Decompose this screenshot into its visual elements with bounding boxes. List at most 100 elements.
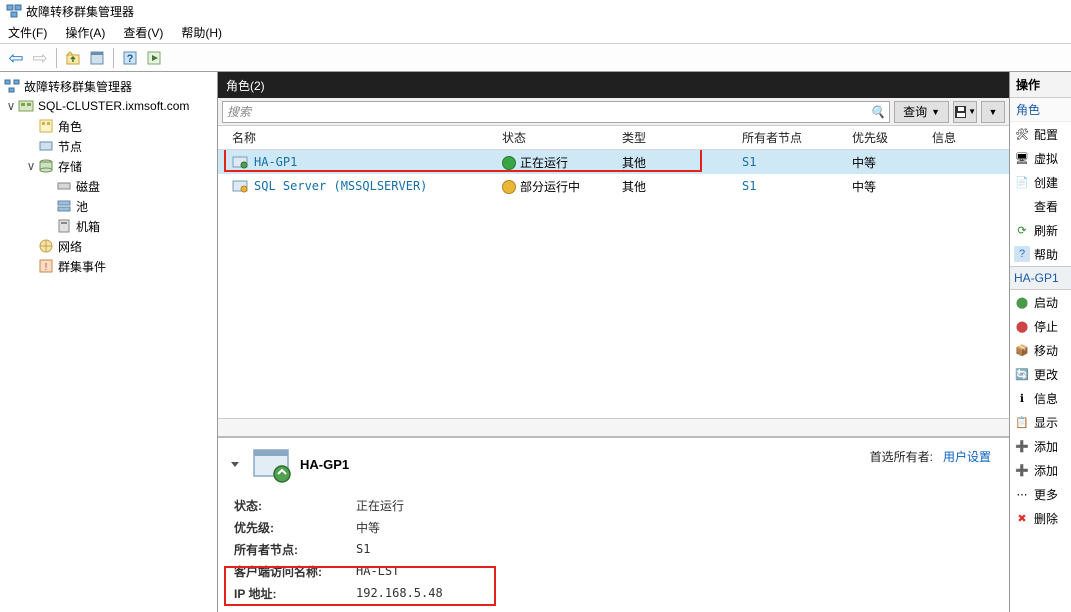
run-button[interactable]: [143, 47, 165, 69]
roles-icon: [38, 118, 54, 134]
kv-ip-k: IP 地址:: [226, 585, 356, 602]
col-name[interactable]: 名称: [218, 129, 498, 146]
tree-cluster[interactable]: ∨ SQL-CLUSTER.ixmsoft.com: [0, 96, 217, 116]
query-button[interactable]: 查询 ▼: [894, 101, 949, 123]
search-input[interactable]: 搜索 🔍: [222, 101, 890, 123]
list-options-button[interactable]: ▼: [981, 101, 1005, 123]
tree-root-label: 故障转移群集管理器: [24, 78, 132, 95]
status-warning-icon: [502, 180, 516, 194]
preferred-owner-link[interactable]: 用户设置: [943, 450, 991, 464]
tree-cluster-label: SQL-CLUSTER.ixmsoft.com: [38, 99, 189, 113]
action-view[interactable]: 查看: [1010, 194, 1071, 218]
action-add[interactable]: ➕添加: [1010, 434, 1071, 458]
action-show[interactable]: 📋显示: [1010, 410, 1071, 434]
role-icon: [232, 178, 248, 194]
chevron-down-icon: ▼: [989, 107, 998, 117]
tree-machines-label: 机箱: [76, 218, 100, 235]
tree-roles-label: 角色: [58, 118, 82, 135]
tree-network-label: 网络: [58, 238, 82, 255]
status-running-icon: [502, 156, 516, 170]
detail-name: HA-GP1: [300, 457, 349, 472]
action-delete[interactable]: ✖删除: [1010, 506, 1071, 530]
kv-priority-k: 优先级:: [226, 519, 356, 536]
roles-section-header: 角色(2): [218, 72, 1009, 98]
action-refresh[interactable]: ⟳刷新: [1010, 218, 1071, 242]
collapse-button[interactable]: [226, 455, 244, 473]
tree-root[interactable]: 故障转移群集管理器: [0, 76, 217, 96]
col-type[interactable]: 类型: [618, 129, 738, 146]
action-more[interactable]: ⋯更多: [1010, 482, 1071, 506]
search-icon[interactable]: 🔍: [870, 105, 885, 119]
kv-owner-v: S1: [356, 542, 370, 556]
tree-pool[interactable]: 池: [0, 196, 217, 216]
tree-nodes-label: 节点: [58, 138, 82, 155]
action-help[interactable]: ?帮助: [1010, 242, 1071, 266]
action-stop[interactable]: ⬤停止: [1010, 314, 1071, 338]
svg-text:!: !: [45, 262, 48, 273]
grid-header: 名称 状态 类型 所有者节点 优先级 信息: [218, 126, 1009, 150]
row-status: 部分运行中: [520, 180, 580, 194]
tree-nodes[interactable]: 节点: [0, 136, 217, 156]
action-configure[interactable]: 🛠配置: [1010, 122, 1071, 146]
actions-subheader: 角色: [1010, 98, 1071, 122]
action-move[interactable]: 📦移动: [1010, 338, 1071, 362]
network-icon: [38, 238, 54, 254]
menu-view[interactable]: 查看(V): [123, 24, 163, 41]
tree-events[interactable]: ! 群集事件: [0, 256, 217, 276]
expand-toggle[interactable]: ∨: [24, 159, 38, 173]
tree-events-label: 群集事件: [58, 258, 106, 275]
action-virtual[interactable]: 🖥虚拟: [1010, 146, 1071, 170]
row-type: 其他: [618, 154, 738, 171]
row-owner: S1: [738, 179, 848, 193]
expand-toggle[interactable]: ∨: [4, 99, 18, 113]
menu-help[interactable]: 帮助(H): [181, 24, 222, 41]
menu-file[interactable]: 文件(F): [8, 24, 47, 41]
pool-icon: [56, 198, 72, 214]
delete-icon: ✖: [1014, 510, 1030, 526]
action-create[interactable]: 📄创建: [1010, 170, 1071, 194]
col-owner[interactable]: 所有者节点: [738, 129, 848, 146]
kv-ip-v: 192.168.5.48: [356, 586, 443, 600]
stop-icon: ⬤: [1014, 318, 1030, 334]
kv-client-k: 客户端访问名称:: [226, 563, 356, 580]
tree-pool-label: 池: [76, 198, 88, 215]
help-button[interactable]: ?: [119, 47, 141, 69]
nav-back-button[interactable]: ⇦: [5, 47, 27, 69]
tree-disks[interactable]: 磁盘: [0, 176, 217, 196]
kv-status-k: 状态:: [226, 497, 356, 514]
gear-icon: 🛠: [1014, 126, 1030, 142]
action-start[interactable]: ⬤启动: [1010, 290, 1071, 314]
col-info[interactable]: 信息: [928, 129, 1009, 146]
role-large-icon: [252, 444, 292, 484]
vm-icon: 🖥: [1014, 150, 1030, 166]
action-add-resource[interactable]: ➕添加: [1010, 458, 1071, 482]
search-row: 搜索 🔍 查询 ▼ ▼ ▼: [218, 98, 1009, 126]
cluster-icon: [18, 98, 34, 114]
action-change[interactable]: 🔄更改: [1010, 362, 1071, 386]
table-row[interactable]: SQL Server (MSSQLSERVER) 部分运行中 其他 S1 中等: [218, 174, 1009, 198]
tree-roles[interactable]: 角色: [0, 116, 217, 136]
detail-panel: HA-GP1 首选所有者: 用户设置 状态:正在运行 优先级:中等 所有者节点:…: [218, 436, 1009, 612]
col-priority[interactable]: 优先级: [848, 129, 928, 146]
tree-storage-label: 存储: [58, 158, 82, 175]
action-info[interactable]: ℹ信息: [1010, 386, 1071, 410]
nav-forward-button[interactable]: ⇨: [29, 47, 51, 69]
nodes-icon: [38, 138, 54, 154]
view-icon: [1014, 198, 1030, 214]
save-button[interactable]: ▼: [953, 101, 977, 123]
tree-machines[interactable]: 机箱: [0, 216, 217, 236]
main-area: 故障转移群集管理器 ∨ SQL-CLUSTER.ixmsoft.com 角色 节…: [0, 72, 1071, 612]
col-status[interactable]: 状态: [498, 129, 618, 146]
properties-button[interactable]: [86, 47, 108, 69]
table-row[interactable]: HA-GP1 正在运行 其他 S1 中等: [218, 150, 1009, 174]
row-name: HA-GP1: [254, 155, 297, 169]
horizontal-scrollbar[interactable]: [218, 418, 1009, 436]
row-status: 正在运行: [520, 156, 568, 170]
up-button[interactable]: [62, 47, 84, 69]
menu-action[interactable]: 操作(A): [65, 24, 105, 41]
tree-storage[interactable]: ∨ 存储: [0, 156, 217, 176]
tree-network[interactable]: 网络: [0, 236, 217, 256]
chevron-down-icon: ▼: [968, 107, 976, 116]
kv-client-v: HA-LST: [356, 564, 399, 578]
navigation-tree[interactable]: 故障转移群集管理器 ∨ SQL-CLUSTER.ixmsoft.com 角色 节…: [0, 72, 218, 612]
